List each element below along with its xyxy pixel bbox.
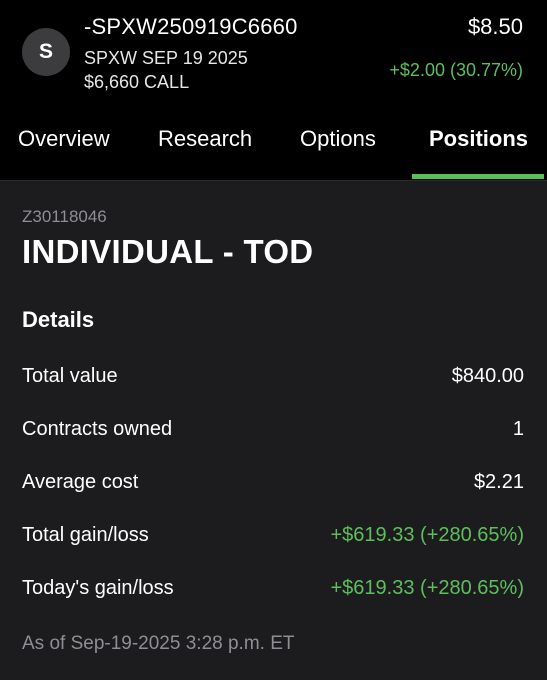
positions-panel: Z30118046 INDIVIDUAL - TOD Details Total… <box>0 181 547 680</box>
account-name: INDIVIDUAL - TOD <box>22 233 314 270</box>
detail-value: $2.21 <box>473 471 524 493</box>
account-number: Z30118046 <box>22 207 107 226</box>
last-price: $8.50 <box>467 14 523 39</box>
detail-label: Contracts owned <box>22 418 173 440</box>
as-of-timestamp: As of Sep-19-2025 3:28 p.m. ET <box>22 633 295 654</box>
detail-row-average-cost: Average cost $2.21 <box>22 471 524 501</box>
tab-research[interactable]: Research <box>158 126 252 152</box>
option-symbol: -SPXW250919C6660 <box>84 14 298 39</box>
quote-header: S -SPXW250919C6660 SPXW SEP 19 2025 $6,6… <box>0 0 547 116</box>
detail-row-total-gain-loss: Total gain/loss +$619.33 (+280.65%) <box>22 524 524 554</box>
tab-options[interactable]: Options <box>300 126 376 152</box>
detail-row-total-value: Total value $840.00 <box>22 365 524 395</box>
detail-label: Total gain/loss <box>22 524 149 546</box>
detail-row-todays-gain-loss: Today's gain/loss +$619.33 (+280.65%) <box>22 577 524 607</box>
detail-row-contracts-owned: Contracts owned 1 <box>22 418 524 448</box>
detail-value: +$619.33 (+280.65%) <box>330 577 525 599</box>
details-heading: Details <box>22 307 95 332</box>
detail-value: +$619.33 (+280.65%) <box>330 524 525 546</box>
symbol-avatar: S <box>22 28 70 76</box>
detail-label: Today's gain/loss <box>22 577 174 599</box>
option-expiration: SPXW SEP 19 2025 <box>84 48 248 68</box>
option-strike: $6,660 CALL <box>84 72 190 92</box>
tab-bar: Overview Research Options Positions <box>0 116 547 181</box>
active-tab-indicator <box>412 174 544 179</box>
detail-label: Total value <box>22 365 118 387</box>
detail-value: 1 <box>512 418 524 440</box>
detail-label: Average cost <box>22 471 139 493</box>
tab-overview[interactable]: Overview <box>18 126 110 152</box>
detail-value: $840.00 <box>451 365 524 387</box>
tab-positions[interactable]: Positions <box>429 126 528 152</box>
price-change: +$2.00 (30.77%) <box>389 60 523 80</box>
